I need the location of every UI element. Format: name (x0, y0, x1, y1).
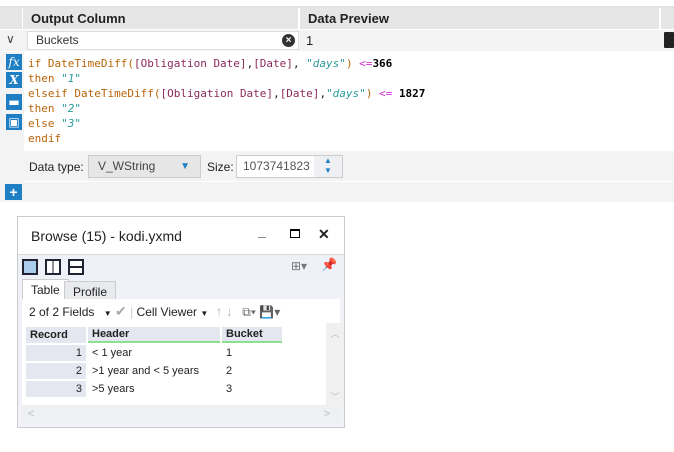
dropdown-arrow-icon: ▼ (180, 161, 190, 172)
cell-viewer-dropdown-icon[interactable]: ▼ (200, 309, 208, 318)
add-expression-button[interactable]: + (5, 184, 22, 200)
trash-icon[interactable] (664, 32, 674, 48)
open-folder-icon[interactable]: ▬ (6, 94, 22, 110)
size-input[interactable]: 1073741823 ▲ ▼ (236, 155, 343, 178)
pin-icon[interactable]: 📌 (321, 257, 337, 273)
table-row: 1 < 1 year 1 (26, 345, 282, 361)
fields-dropdown-icon[interactable]: ▼ (104, 309, 112, 318)
split-horizontal-icon[interactable] (68, 259, 84, 275)
table-row: 3 >5 years 3 (26, 381, 282, 397)
column-header-record[interactable]: Record (26, 327, 86, 343)
add-window-icon[interactable]: ⊞▾ (291, 259, 307, 273)
horizontal-scrollbar[interactable]: < > (22, 405, 342, 423)
minimize-icon[interactable]: _ (258, 223, 266, 239)
column-header-header[interactable]: Header (88, 327, 220, 343)
close-icon[interactable]: ✕ (318, 226, 330, 243)
code-line: then "2" (28, 102, 81, 115)
output-column-header: Output Column (23, 8, 298, 29)
size-label: Size: (207, 160, 234, 174)
arrow-up-icon[interactable]: ↑ (216, 303, 223, 319)
fields-toolbar: 2 of 2 Fields ▼ ✔ | Cell Viewer ▼ ↑ ↓ ⧉▾… (22, 299, 340, 323)
fields-select[interactable]: 2 of 2 Fields (29, 305, 94, 319)
table-row: 2 >1 year and < 5 years 2 (26, 363, 282, 379)
code-line: if DateTimeDiff([Obligation Date],[Date]… (28, 57, 393, 70)
header-spacer (0, 8, 22, 29)
copy-icon[interactable]: ⧉▾ (242, 305, 256, 319)
data-type-select[interactable]: V_WString ▼ (88, 155, 201, 178)
size-value: 1073741823 (243, 159, 310, 173)
arrow-down-icon[interactable]: ↓ (226, 303, 233, 319)
cell-viewer-select[interactable]: Cell Viewer (137, 305, 197, 319)
save-icon[interactable]: 💾▾ (259, 305, 280, 319)
function-icon[interactable]: fx (6, 54, 22, 70)
code-line: elseif DateTimeDiff([Obligation Date],[D… (28, 87, 426, 100)
save-icon[interactable]: ▣ (6, 114, 22, 130)
variable-icon[interactable]: X (6, 72, 22, 88)
code-line: endif (28, 132, 62, 145)
collapse-chevron-icon[interactable]: ∨ (6, 32, 15, 46)
output-column-input[interactable]: Buckets (27, 31, 299, 50)
column-header-bucket[interactable]: Bucket (222, 327, 282, 343)
data-preview-header: Data Preview (300, 8, 659, 29)
tab-profile[interactable]: Profile (64, 281, 117, 299)
top-divider (0, 0, 674, 8)
data-type-label: Data type: (29, 160, 84, 174)
code-line: then "1" (28, 72, 81, 85)
code-line: else "3" (28, 117, 81, 130)
data-preview-value: 1 (306, 33, 314, 48)
single-view-icon[interactable] (22, 259, 38, 275)
header-spacer-right (661, 8, 674, 29)
clear-icon[interactable]: × (282, 34, 295, 47)
size-stepper-icon[interactable]: ▲ ▼ (314, 156, 342, 177)
maximize-icon[interactable] (290, 229, 300, 238)
add-row (0, 182, 674, 202)
tab-table[interactable]: Table (22, 279, 69, 299)
check-icon[interactable]: ✔ (115, 303, 127, 319)
vertical-scrollbar[interactable]: ︿ ﹀ (326, 323, 344, 407)
expression-editor[interactable]: if DateTimeDiff([Obligation Date],[Date]… (24, 52, 674, 151)
browse-window: Browse (15) - kodi.yxmd _ ✕ ⊞▾ 📌 Table P… (17, 216, 345, 428)
split-vertical-icon[interactable] (45, 259, 61, 275)
data-type-value: V_WString (98, 159, 156, 173)
results-table: Record Header Bucket 1 < 1 year 1 2 >1 year a… (24, 325, 322, 399)
